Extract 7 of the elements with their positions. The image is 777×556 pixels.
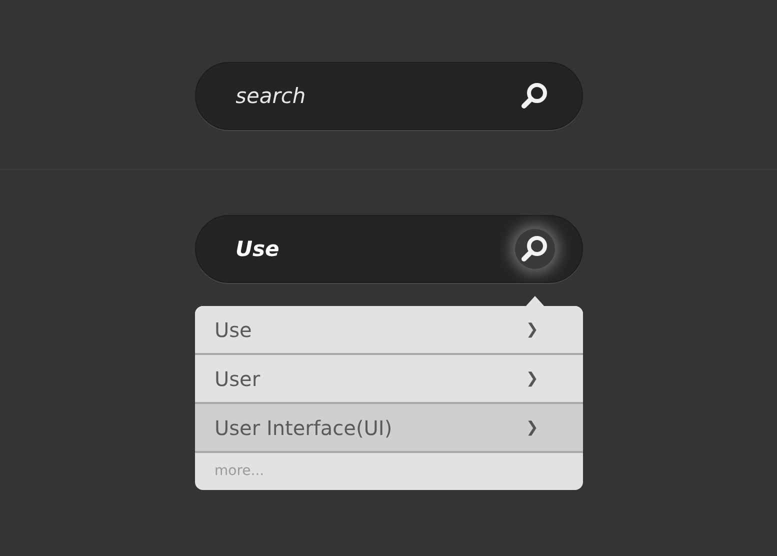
suggestion-item[interactable]: User Interface(UI) ❯	[194, 404, 582, 453]
search-field[interactable]: search	[194, 62, 582, 130]
suggestion-item[interactable]: Use ❯	[194, 306, 582, 355]
chevron-icon: ❯	[526, 367, 538, 390]
search-field[interactable]: Use	[194, 215, 582, 283]
chevron-icon: ❯	[526, 318, 538, 341]
chevron-icon: ❯	[526, 416, 538, 439]
